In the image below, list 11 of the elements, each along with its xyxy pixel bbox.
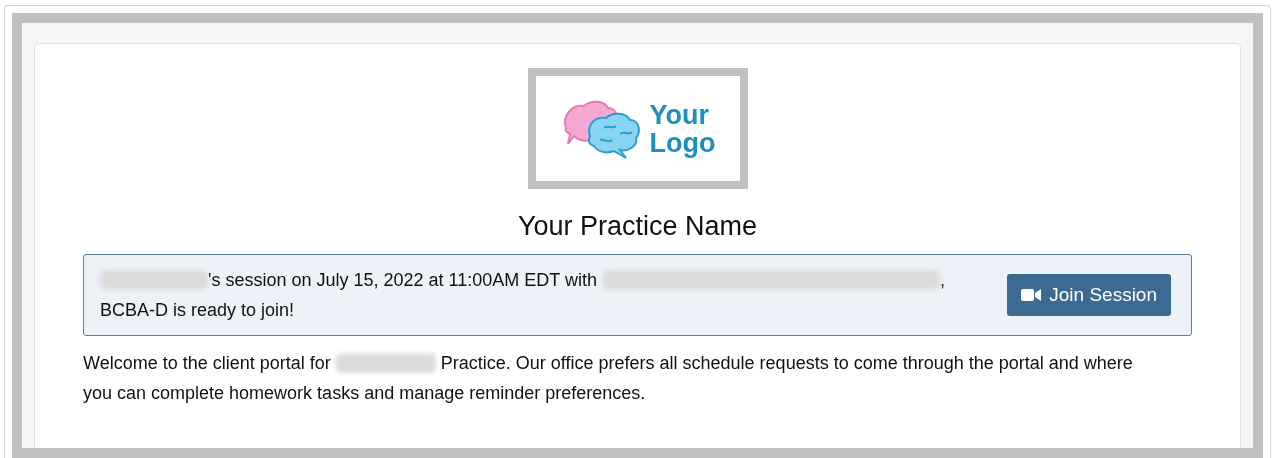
session-text: 's session on July 15, 2022 at 11:00AM EDT with — [208, 269, 598, 292]
session-text: BCBA-D is ready to join! — [100, 299, 295, 322]
session-text: , — [940, 269, 945, 292]
welcome-text: Welcome to the client portal for — [83, 352, 332, 375]
welcome-text: Practice. Our office prefers all schedule requests to come through the portal and where — [439, 352, 1133, 375]
video-camera-icon — [1021, 288, 1042, 302]
practice-name: Your Practice Name — [517, 211, 758, 242]
logo-text: Your — [649, 100, 710, 129]
join-session-button[interactable]: Join Session — [1007, 274, 1171, 316]
logo-text: Logo — [649, 128, 716, 157]
welcome-text: you can complete homework tasks and manage reminder preferences. — [83, 382, 646, 405]
